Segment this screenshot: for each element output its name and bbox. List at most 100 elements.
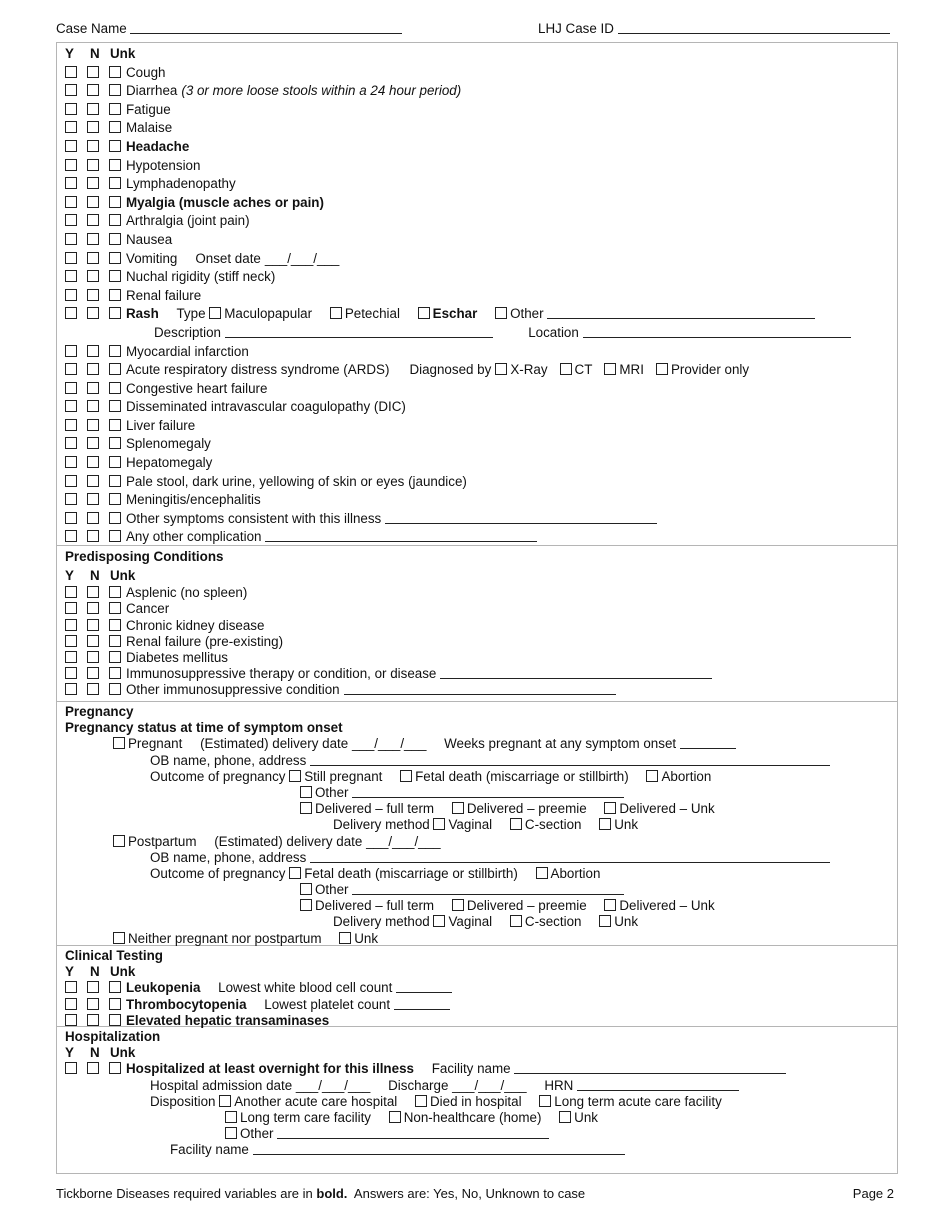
symptom-no-checkbox[interactable] [87, 474, 99, 487]
symptom-yes-checkbox[interactable] [65, 65, 77, 78]
disp-ltc-checkbox[interactable] [225, 1110, 237, 1123]
csection-checkbox[interactable] [509, 818, 522, 831]
pred-yes-checkbox[interactable] [65, 634, 77, 647]
ards-ct-checkbox[interactable] [559, 363, 572, 376]
symptom-yes-checkbox[interactable] [65, 474, 77, 487]
symptom-yes-checkbox[interactable] [65, 251, 77, 264]
pred-yes-checkbox[interactable] [65, 650, 77, 663]
symptom-unk-checkbox[interactable] [109, 102, 121, 115]
symptom-yes-checkbox[interactable] [65, 288, 77, 301]
symptom-unk-checkbox[interactable] [109, 251, 121, 264]
pregnant-checkbox[interactable] [113, 737, 125, 750]
symptom-no-checkbox[interactable] [87, 177, 99, 190]
hepatic-unk-checkbox[interactable] [109, 1013, 121, 1026]
symptom-no-checkbox[interactable] [87, 511, 99, 524]
disp-home-checkbox[interactable] [388, 1110, 401, 1123]
symptom-no-checkbox[interactable] [87, 400, 99, 413]
pred-yes-checkbox[interactable] [65, 586, 77, 599]
neither-checkbox[interactable] [113, 931, 125, 944]
symptom-no-checkbox[interactable] [87, 195, 99, 208]
ards-x-ray-checkbox[interactable] [495, 363, 508, 376]
hepatic-yes-checkbox[interactable] [65, 1013, 77, 1026]
symptom-no-checkbox[interactable] [87, 344, 99, 357]
pp-outcome-other-input[interactable] [352, 882, 625, 896]
pred-yes-checkbox[interactable] [65, 618, 77, 631]
thrombocytopenia-unk-checkbox[interactable] [109, 997, 121, 1010]
symptom-unk-checkbox[interactable] [109, 381, 121, 394]
symptom-unk-checkbox[interactable] [109, 232, 121, 245]
leukopenia-no-checkbox[interactable] [87, 981, 99, 994]
hospitalized-unk-checkbox[interactable] [109, 1062, 121, 1075]
symptom-unk-checkbox[interactable] [109, 474, 121, 487]
pred-no-checkbox[interactable] [87, 634, 99, 647]
pp-ob-input[interactable] [310, 850, 831, 863]
rash-location-input[interactable] [582, 325, 851, 338]
hospitalized-yes-checkbox[interactable] [65, 1062, 77, 1075]
admission-date-input[interactable]: ___/___/___ [296, 1078, 370, 1093]
rash-eschar-checkbox[interactable] [417, 307, 430, 320]
disp-other-checkbox[interactable] [225, 1127, 237, 1140]
pregnancy-unk-checkbox[interactable] [339, 931, 352, 944]
symptom-no-checkbox[interactable] [87, 270, 99, 283]
symptom-yes-checkbox[interactable] [65, 344, 77, 357]
other-immunosuppressive-input[interactable] [343, 682, 616, 696]
pred-no-checkbox[interactable] [87, 586, 99, 599]
symptom-no-checkbox[interactable] [87, 158, 99, 171]
rash-other-checkbox[interactable] [495, 307, 508, 320]
case-name-field[interactable]: Case Name [56, 21, 403, 36]
symptom-unk-checkbox[interactable] [109, 363, 121, 376]
symptom-no-checkbox[interactable] [87, 102, 99, 115]
symptom-no-checkbox[interactable] [87, 381, 99, 394]
symptom-yes-checkbox[interactable] [65, 214, 77, 227]
pp-abortion-checkbox[interactable] [535, 866, 548, 879]
symptom-no-checkbox[interactable] [87, 84, 99, 97]
case-name-input[interactable] [130, 21, 403, 34]
symptom-no-checkbox[interactable] [87, 530, 99, 543]
lhj-case-id-input[interactable] [617, 21, 890, 34]
symptom-yes-checkbox[interactable] [65, 84, 77, 97]
symptom-unk-checkbox[interactable] [109, 437, 121, 450]
hepatic-no-checkbox[interactable] [87, 1013, 99, 1026]
delivery-unk-checkbox[interactable] [599, 818, 612, 831]
pred-yes-checkbox[interactable] [65, 667, 77, 680]
leukopenia-unk-checkbox[interactable] [109, 981, 121, 994]
ob-input[interactable] [310, 753, 831, 766]
symptom-no-checkbox[interactable] [87, 232, 99, 245]
outcome-other-checkbox[interactable] [300, 785, 312, 798]
symptom-yes-checkbox[interactable] [65, 511, 77, 524]
delivered-preemie-checkbox[interactable] [451, 802, 464, 815]
pred-no-checkbox[interactable] [87, 667, 99, 680]
est-delivery-date-input[interactable]: ___/___/___ [352, 736, 426, 751]
symptom-yes-checkbox[interactable] [65, 493, 77, 506]
wbc-input[interactable] [396, 980, 453, 994]
delivered-unk-checkbox[interactable] [604, 802, 617, 815]
symptom-yes-checkbox[interactable] [65, 456, 77, 469]
discharge-date-input[interactable]: ___/___/___ [452, 1078, 526, 1093]
symptom-yes-checkbox[interactable] [65, 530, 77, 543]
symptom-no-checkbox[interactable] [87, 363, 99, 376]
pred-unk-checkbox[interactable] [109, 618, 121, 631]
symptom-yes-checkbox[interactable] [65, 418, 77, 431]
disp-acute-checkbox[interactable] [219, 1094, 232, 1107]
symptom-unk-checkbox[interactable] [109, 177, 121, 190]
pp-delivery-unk-checkbox[interactable] [599, 915, 612, 928]
symptom-no-checkbox[interactable] [87, 214, 99, 227]
leukopenia-yes-checkbox[interactable] [65, 981, 77, 994]
symptom-yes-checkbox[interactable] [65, 437, 77, 450]
symptom-unk-checkbox[interactable] [109, 511, 121, 524]
rash-description-input[interactable] [224, 325, 493, 338]
other-symptoms-input[interactable] [385, 511, 658, 524]
disp-ltac-checkbox[interactable] [539, 1094, 552, 1107]
symptom-unk-checkbox[interactable] [109, 139, 121, 152]
ards-mri-checkbox[interactable] [604, 363, 617, 376]
symptom-yes-checkbox[interactable] [65, 139, 77, 152]
symptom-unk-checkbox[interactable] [109, 121, 121, 134]
symptom-yes-checkbox[interactable] [65, 270, 77, 283]
outcome-other-input[interactable] [352, 785, 625, 798]
pred-no-checkbox[interactable] [87, 650, 99, 663]
symptom-yes-checkbox[interactable] [65, 177, 77, 190]
symptom-yes-checkbox[interactable] [65, 381, 77, 394]
symptom-no-checkbox[interactable] [87, 418, 99, 431]
hrn-input[interactable] [577, 1078, 740, 1091]
pred-yes-checkbox[interactable] [65, 602, 77, 615]
